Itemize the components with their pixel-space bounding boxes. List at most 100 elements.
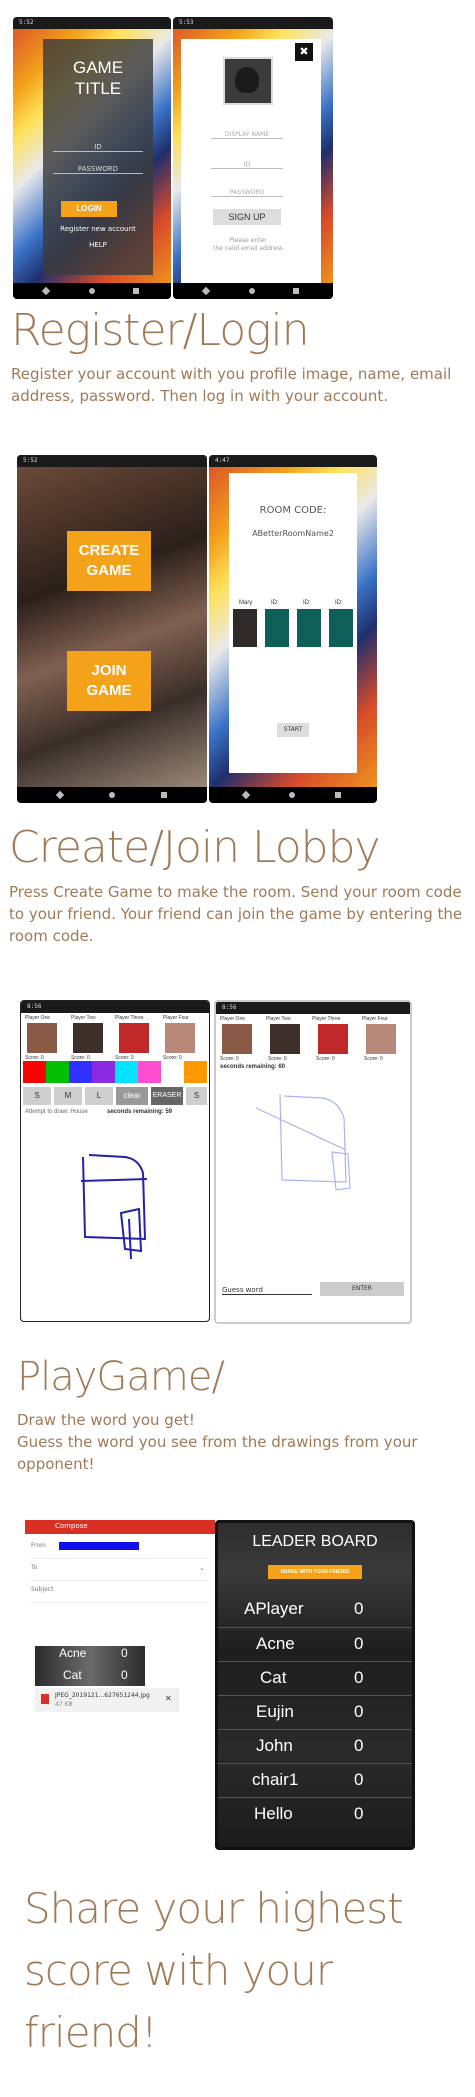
drawing-canvas[interactable] [21, 1119, 209, 1319]
signup-button[interactable]: SIGN UP [213, 209, 281, 225]
player-name: Player Two [71, 1015, 96, 1021]
section-heading-share: Share your highest score with your frien… [24, 1884, 404, 2057]
nav-bar [17, 787, 207, 803]
drawing-view [255, 1093, 351, 1191]
compose-screen: Compose From To ⌄ Subject Acne 0 Cat 0 J… [25, 1520, 215, 1720]
section-description-create-join: Press Create Game to make the room. Send… [9, 883, 463, 945]
password-field[interactable]: PASSWORD [53, 165, 143, 174]
player-avatar [165, 1023, 195, 1053]
login-screenshots: 5:52 GAME TITLE ID PASSWORD LOGIN Regist… [13, 17, 333, 299]
player-score: Score: 0 [220, 1056, 239, 1062]
recents-icon[interactable] [335, 792, 341, 798]
color-swatch-cyan[interactable] [115, 1061, 138, 1083]
leaderboard-row: Acne 0 [218, 1627, 412, 1662]
player-name: John [256, 1736, 293, 1755]
color-swatch-white[interactable] [161, 1061, 184, 1083]
clear-button[interactable]: clear [116, 1087, 148, 1105]
register-link[interactable]: Register new account [43, 225, 153, 233]
slot-label: ID: [303, 600, 311, 606]
player-name: APlayer [244, 1599, 304, 1618]
drawing-stroke [279, 1093, 347, 1183]
room-code-label: ROOM CODE: [259, 505, 327, 516]
player-avatar [270, 1024, 300, 1054]
login-button[interactable]: LOGIN [61, 201, 117, 217]
signup-hint: Please enter the valid email address [212, 237, 284, 252]
player-slot-empty [265, 609, 289, 647]
recents-icon[interactable] [161, 792, 167, 798]
status-bar: 5:53 [173, 17, 333, 29]
leaderboard-row: APlayer 0 [218, 1593, 412, 1627]
id-field[interactable]: ID [53, 143, 143, 152]
display-name-field[interactable]: DISPLAY NAME [211, 131, 283, 139]
menu-background [17, 467, 207, 787]
home-icon[interactable] [109, 792, 115, 798]
password-field[interactable]: PASSWORD [211, 189, 283, 197]
guess-input[interactable]: Guess word [222, 1286, 312, 1295]
leaderboard-row: chair1 0 [218, 1763, 412, 1798]
create-game-button[interactable]: CREATE GAME [67, 531, 151, 591]
home-icon[interactable] [249, 288, 255, 294]
player-score: 0 [354, 1668, 364, 1687]
nav-bar [173, 283, 333, 299]
menu-phone: 5:52 CREATE GAME JOIN GAME [17, 455, 207, 803]
back-icon[interactable] [55, 790, 65, 800]
submit-button[interactable]: S [186, 1087, 207, 1105]
leaderboard-list: APlayer 0 Acne 0 Cat 0 Eujin 0 John 0 chair1 0… [218, 1593, 412, 1843]
status-bar: 5:52 [13, 17, 171, 29]
back-icon[interactable] [201, 286, 211, 296]
enter-button[interactable]: ENTER [320, 1282, 404, 1296]
player-name: chair1 [252, 1770, 299, 1789]
color-swatch-red[interactable] [23, 1061, 46, 1083]
brush-medium-button[interactable]: M [54, 1087, 82, 1105]
player-name: Player Four [362, 1016, 388, 1022]
preview-score: 0 [121, 1646, 128, 1660]
chevron-down-icon[interactable]: ⌄ [199, 1564, 205, 1572]
color-swatch-pink[interactable] [138, 1061, 161, 1083]
join-game-button[interactable]: JOIN GAME [67, 651, 151, 711]
preview-name: Cat [63, 1668, 82, 1682]
help-link[interactable]: HELP [43, 241, 153, 249]
player-avatar [222, 1024, 252, 1054]
close-icon[interactable]: ✕ [165, 1694, 172, 1703]
id-field[interactable]: ID [211, 161, 283, 169]
status-bar: 8:56 [21, 1001, 209, 1013]
login-phone: 5:52 GAME TITLE ID PASSWORD LOGIN Regist… [13, 17, 171, 299]
nav-bar [209, 787, 377, 803]
file-icon [41, 1694, 49, 1704]
color-swatch-orange[interactable] [184, 1061, 207, 1083]
cat-photo [235, 67, 259, 93]
player-name: Acne [256, 1634, 295, 1653]
back-icon[interactable] [241, 790, 251, 800]
recents-icon[interactable] [293, 288, 299, 294]
eraser-button[interactable]: ERASER [151, 1087, 183, 1105]
share-button[interactable]: SHARE WITH YOUR FRIEND! [268, 1565, 362, 1579]
back-icon[interactable] [41, 286, 51, 296]
home-icon[interactable] [89, 288, 95, 294]
brush-small-button[interactable]: S [23, 1087, 51, 1105]
subject-field[interactable]: Subject [31, 1586, 209, 1603]
section-description-line2: Guess the word you see from the drawings… [17, 1433, 418, 1473]
close-icon[interactable]: ✖ [295, 43, 313, 61]
section-description-line1: Draw the word you get! [17, 1411, 195, 1429]
brush-large-button[interactable]: L [85, 1087, 113, 1105]
from-field[interactable]: From [31, 1542, 209, 1559]
player-avatar [73, 1023, 103, 1053]
lobby-phone: 4:47 ROOM CODE: ABetterRoomName2 Mary ID… [209, 455, 377, 803]
seconds-remaining: seconds remaining: 60 [220, 1064, 286, 1070]
profile-image[interactable] [223, 57, 273, 105]
attachment-name: JPEG_2019121...627651244.jpg [55, 1692, 150, 1699]
player-score: 0 [354, 1736, 364, 1755]
recents-icon[interactable] [133, 288, 139, 294]
player-slot-avatar [233, 609, 257, 647]
player-score: 0 [354, 1599, 364, 1618]
gameplay-screenshots: 8:56 Player One Player Two Player Three … [20, 1000, 412, 1324]
attachment-chip[interactable]: JPEG_2019121...627651244.jpg 47 KB ✕ [35, 1688, 179, 1712]
home-icon[interactable] [289, 792, 295, 798]
color-swatch-green[interactable] [46, 1061, 69, 1083]
color-swatch-purple[interactable] [92, 1061, 115, 1083]
player-avatar [27, 1023, 57, 1053]
color-swatch-blue[interactable] [69, 1061, 92, 1083]
to-field[interactable]: To ⌄ [31, 1564, 209, 1581]
start-button[interactable]: START [277, 723, 309, 737]
attachment-preview[interactable]: Acne 0 Cat 0 [35, 1646, 145, 1686]
